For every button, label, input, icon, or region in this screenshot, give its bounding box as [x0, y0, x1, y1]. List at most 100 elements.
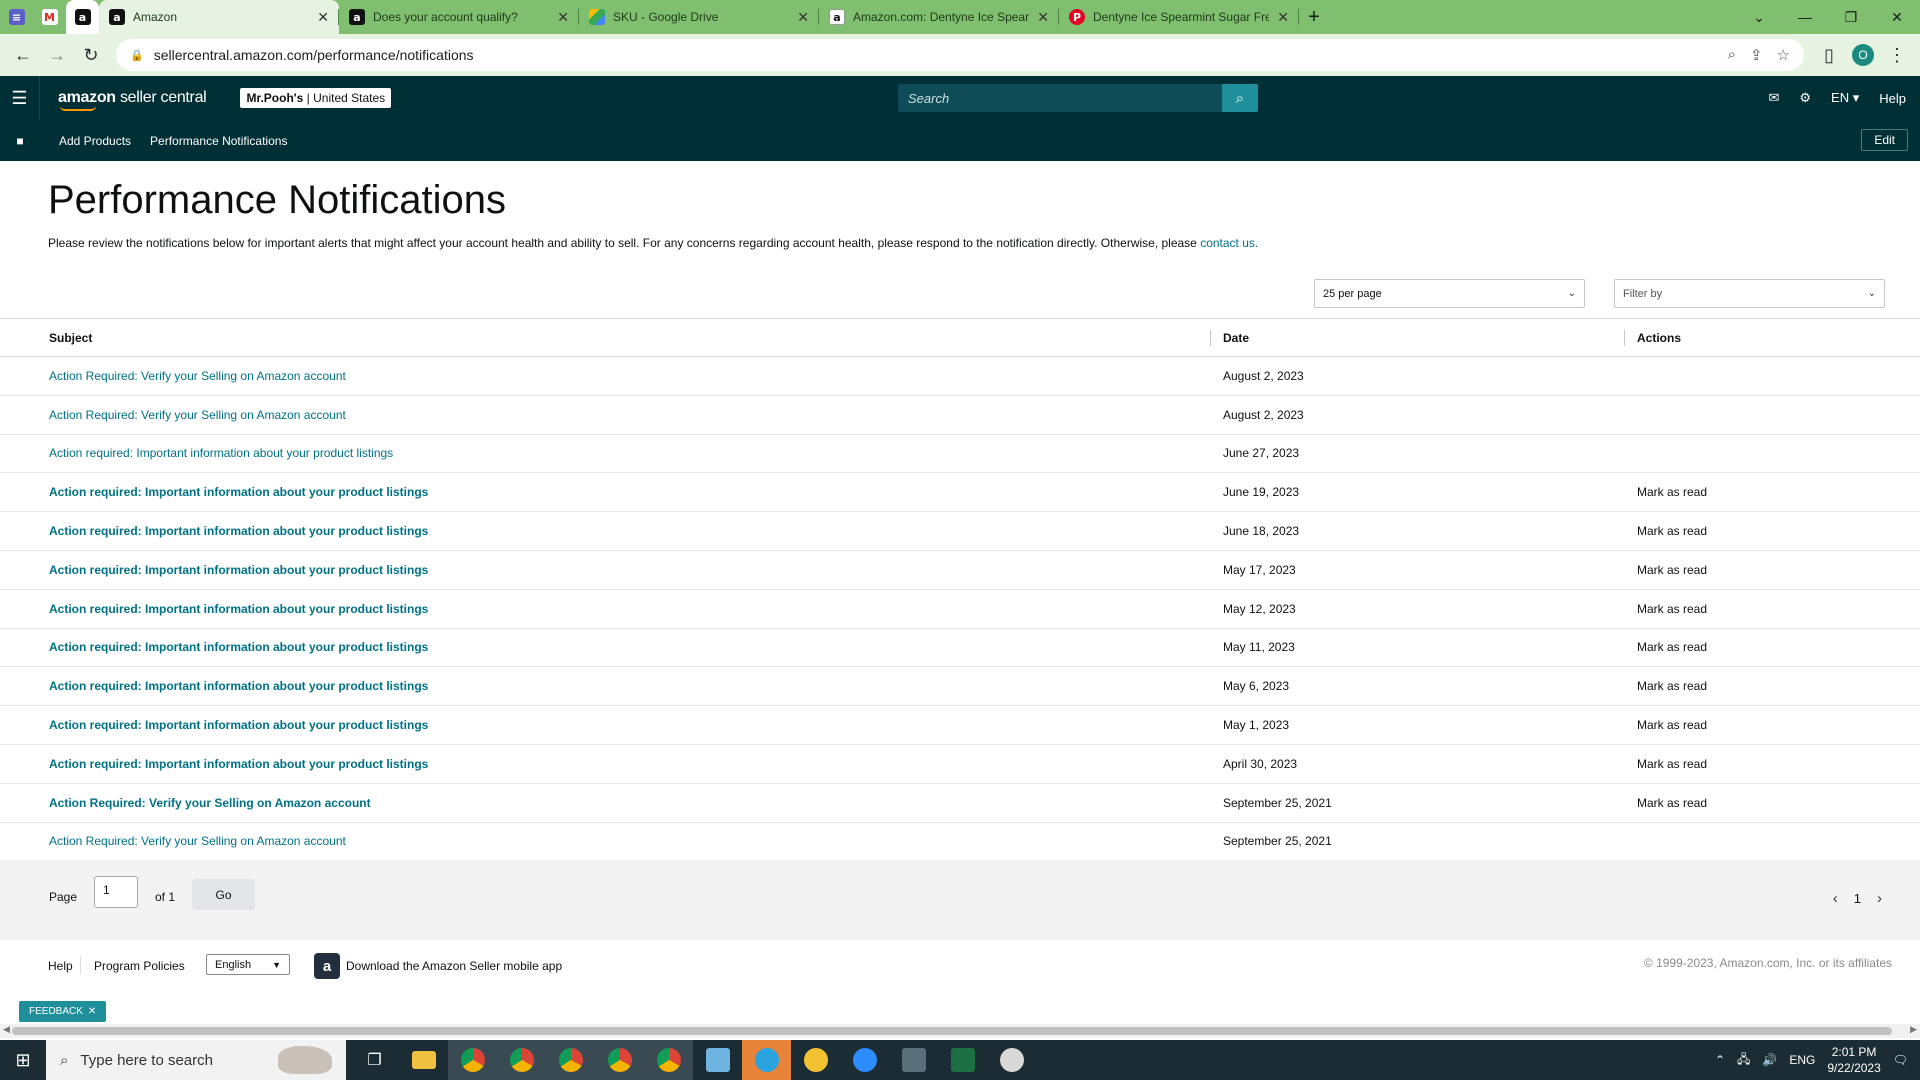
gear-icon[interactable]: ⚙ — [1799, 90, 1811, 106]
language-selector[interactable]: EN ▾ — [1831, 90, 1859, 106]
notification-subject-link[interactable]: Action required: Important information a… — [49, 446, 393, 460]
close-window-button[interactable]: ✕ — [1874, 0, 1920, 34]
excel-icon[interactable] — [938, 1040, 987, 1080]
mail-icon[interactable]: ✉ — [1768, 90, 1779, 106]
chevron-up-icon[interactable]: ⌃ — [1715, 1053, 1725, 1067]
address-bar[interactable]: 🔒 sellercentral.amazon.com/performance/n… — [116, 39, 1804, 71]
tab-google-drive[interactable]: SKU - Google Drive ✕ — [579, 0, 819, 34]
amazon-seller-app-icon[interactable]: a — [314, 953, 340, 979]
mark-as-read-link[interactable]: Mark as read — [1637, 563, 1707, 577]
close-icon[interactable]: ✕ — [88, 1006, 96, 1017]
volume-icon[interactable]: 🔊 — [1762, 1053, 1777, 1067]
file-explorer-icon[interactable] — [399, 1040, 448, 1080]
column-date[interactable]: Date — [1208, 318, 1622, 357]
task-view-icon[interactable]: ❐ — [350, 1040, 399, 1080]
back-button[interactable]: ← — [8, 40, 38, 70]
restore-button[interactable]: ❐ — [1828, 0, 1874, 34]
close-tab-icon[interactable]: ✕ — [557, 9, 569, 26]
search-input[interactable]: Search — [898, 84, 1222, 112]
notepad-icon[interactable] — [693, 1040, 742, 1080]
tab-search-icon[interactable]: ⌄ — [1736, 0, 1782, 34]
pinned-tab-gmail[interactable]: M — [33, 0, 66, 34]
page-number-input[interactable]: 1 — [94, 876, 138, 908]
windows-start-icon[interactable]: ⊞ — [0, 1050, 46, 1071]
scroll-right-icon[interactable]: ▶ — [1910, 1024, 1917, 1035]
close-tab-icon[interactable]: ✕ — [797, 9, 809, 26]
browser-menu-icon[interactable]: ⋮ — [1882, 40, 1912, 70]
program-policies-link[interactable]: Program Policies — [94, 959, 185, 973]
tray-language[interactable]: ENG — [1789, 1053, 1815, 1067]
horizontal-scrollbar[interactable]: ◀ ▶ — [0, 1024, 1920, 1038]
notification-subject-link[interactable]: Action required: Important information a… — [49, 602, 428, 616]
footer-help-link[interactable]: Help — [48, 959, 73, 973]
filter-select[interactable]: Filter by ⌄ — [1614, 279, 1885, 308]
network-icon[interactable]: 🖧 — [1737, 1050, 1750, 1071]
mark-as-read-link[interactable]: Mark as read — [1637, 796, 1707, 810]
mark-as-read-link[interactable]: Mark as read — [1637, 524, 1707, 538]
close-tab-icon[interactable]: ✕ — [1277, 9, 1289, 26]
bookmark-star-icon[interactable]: ☆ — [1777, 46, 1790, 64]
store-switcher[interactable]: Mr.Pooh's | United States — [240, 88, 392, 108]
pinned-tab-notes[interactable]: ≡ — [0, 0, 33, 34]
next-page-icon[interactable]: › — [1877, 890, 1882, 907]
column-subject[interactable]: Subject — [0, 318, 1208, 357]
side-panel-icon[interactable]: ▯ — [1814, 40, 1844, 70]
current-page[interactable]: 1 — [1854, 891, 1861, 906]
calculator-icon[interactable] — [889, 1040, 938, 1080]
notification-subject-link[interactable]: Action required: Important information a… — [49, 485, 428, 499]
chrome-profile-3-icon[interactable] — [546, 1040, 595, 1080]
notification-subject-link[interactable]: Action Required: Verify your Selling on … — [49, 408, 346, 422]
notification-subject-link[interactable]: Action required: Important information a… — [49, 757, 428, 771]
previous-page-icon[interactable]: ‹ — [1833, 890, 1838, 907]
tab-dentyne-pinterest[interactable]: P Dentyne Ice Spearmint Sugar Fre ✕ — [1059, 0, 1299, 34]
notification-subject-link[interactable]: Action required: Important information a… — [49, 524, 428, 538]
notifications-icon[interactable]: 🗨 — [1893, 1053, 1908, 1067]
notification-subject-link[interactable]: Action required: Important information a… — [49, 563, 428, 577]
contact-us-link[interactable]: contact us. — [1200, 236, 1258, 250]
per-page-select[interactable]: 25 per page ⌄ — [1314, 279, 1585, 308]
clock[interactable]: 2:01 PM 9/22/2023 — [1827, 1044, 1880, 1076]
feedback-button[interactable]: FEEDBACK ✕ — [19, 1001, 107, 1022]
pinned-tab-amazon[interactable]: a — [66, 0, 99, 34]
notification-subject-link[interactable]: Action Required: Verify your Selling on … — [49, 796, 371, 810]
profile-button[interactable]: O — [1848, 40, 1878, 70]
bookmark-icon[interactable]: ■ — [0, 134, 40, 148]
scroll-left-icon[interactable]: ◀ — [3, 1024, 10, 1035]
edit-bookmarks-button[interactable]: Edit — [1861, 129, 1908, 151]
new-tab-button[interactable]: + — [1299, 0, 1329, 34]
go-button[interactable]: Go — [192, 879, 255, 910]
chrome-profile-4-icon[interactable] — [595, 1040, 644, 1080]
tab-amazon[interactable]: a Amazon ✕ — [99, 0, 339, 34]
nav-performance-notifications[interactable]: Performance Notifications — [150, 134, 287, 148]
reload-button[interactable]: ↻ — [76, 40, 106, 70]
zoom-icon[interactable] — [840, 1040, 889, 1080]
notification-subject-link[interactable]: Action Required: Verify your Selling on … — [49, 369, 346, 383]
telegram-icon[interactable] — [742, 1040, 791, 1080]
notification-subject-link[interactable]: Action Required: Verify your Selling on … — [49, 834, 346, 848]
scrollbar-thumb[interactable] — [12, 1027, 1892, 1035]
lock-icon[interactable]: 🔒 — [130, 49, 144, 62]
paint-icon[interactable] — [987, 1040, 1036, 1080]
share-icon[interactable]: ⇪ — [1750, 46, 1763, 64]
nav-add-products[interactable]: Add Products — [59, 134, 131, 148]
close-tab-icon[interactable]: ✕ — [317, 9, 329, 26]
taskbar-search[interactable]: ⌕ Type here to search — [46, 1040, 346, 1080]
hamburger-menu-icon[interactable]: ☰ — [0, 76, 40, 120]
chrome-profile-5-icon[interactable] — [644, 1040, 693, 1080]
mark-as-read-link[interactable]: Mark as read — [1637, 485, 1707, 499]
tab-account-qualify[interactable]: a Does your account qualify? ✕ — [339, 0, 579, 34]
tab-dentyne-amazon[interactable]: a Amazon.com: Dentyne Ice Spear ✕ — [819, 0, 1059, 34]
chrome-profile-2-icon[interactable] — [497, 1040, 546, 1080]
seller-central-logo[interactable]: amazon seller central — [58, 89, 207, 111]
notification-subject-link[interactable]: Action required: Important information a… — [49, 640, 428, 654]
mark-as-read-link[interactable]: Mark as read — [1637, 679, 1707, 693]
chrome-icon[interactable] — [448, 1040, 497, 1080]
zoom-icon[interactable]: ⌕ — [1728, 46, 1736, 64]
mark-as-read-link[interactable]: Mark as read — [1637, 757, 1707, 771]
mark-as-read-link[interactable]: Mark as read — [1637, 602, 1707, 616]
mark-as-read-link[interactable]: Mark as read — [1637, 640, 1707, 654]
forward-button[interactable]: → — [42, 40, 72, 70]
minimize-button[interactable]: — — [1782, 0, 1828, 34]
search-button[interactable]: ⌕ — [1222, 84, 1258, 112]
notification-subject-link[interactable]: Action required: Important information a… — [49, 679, 428, 693]
